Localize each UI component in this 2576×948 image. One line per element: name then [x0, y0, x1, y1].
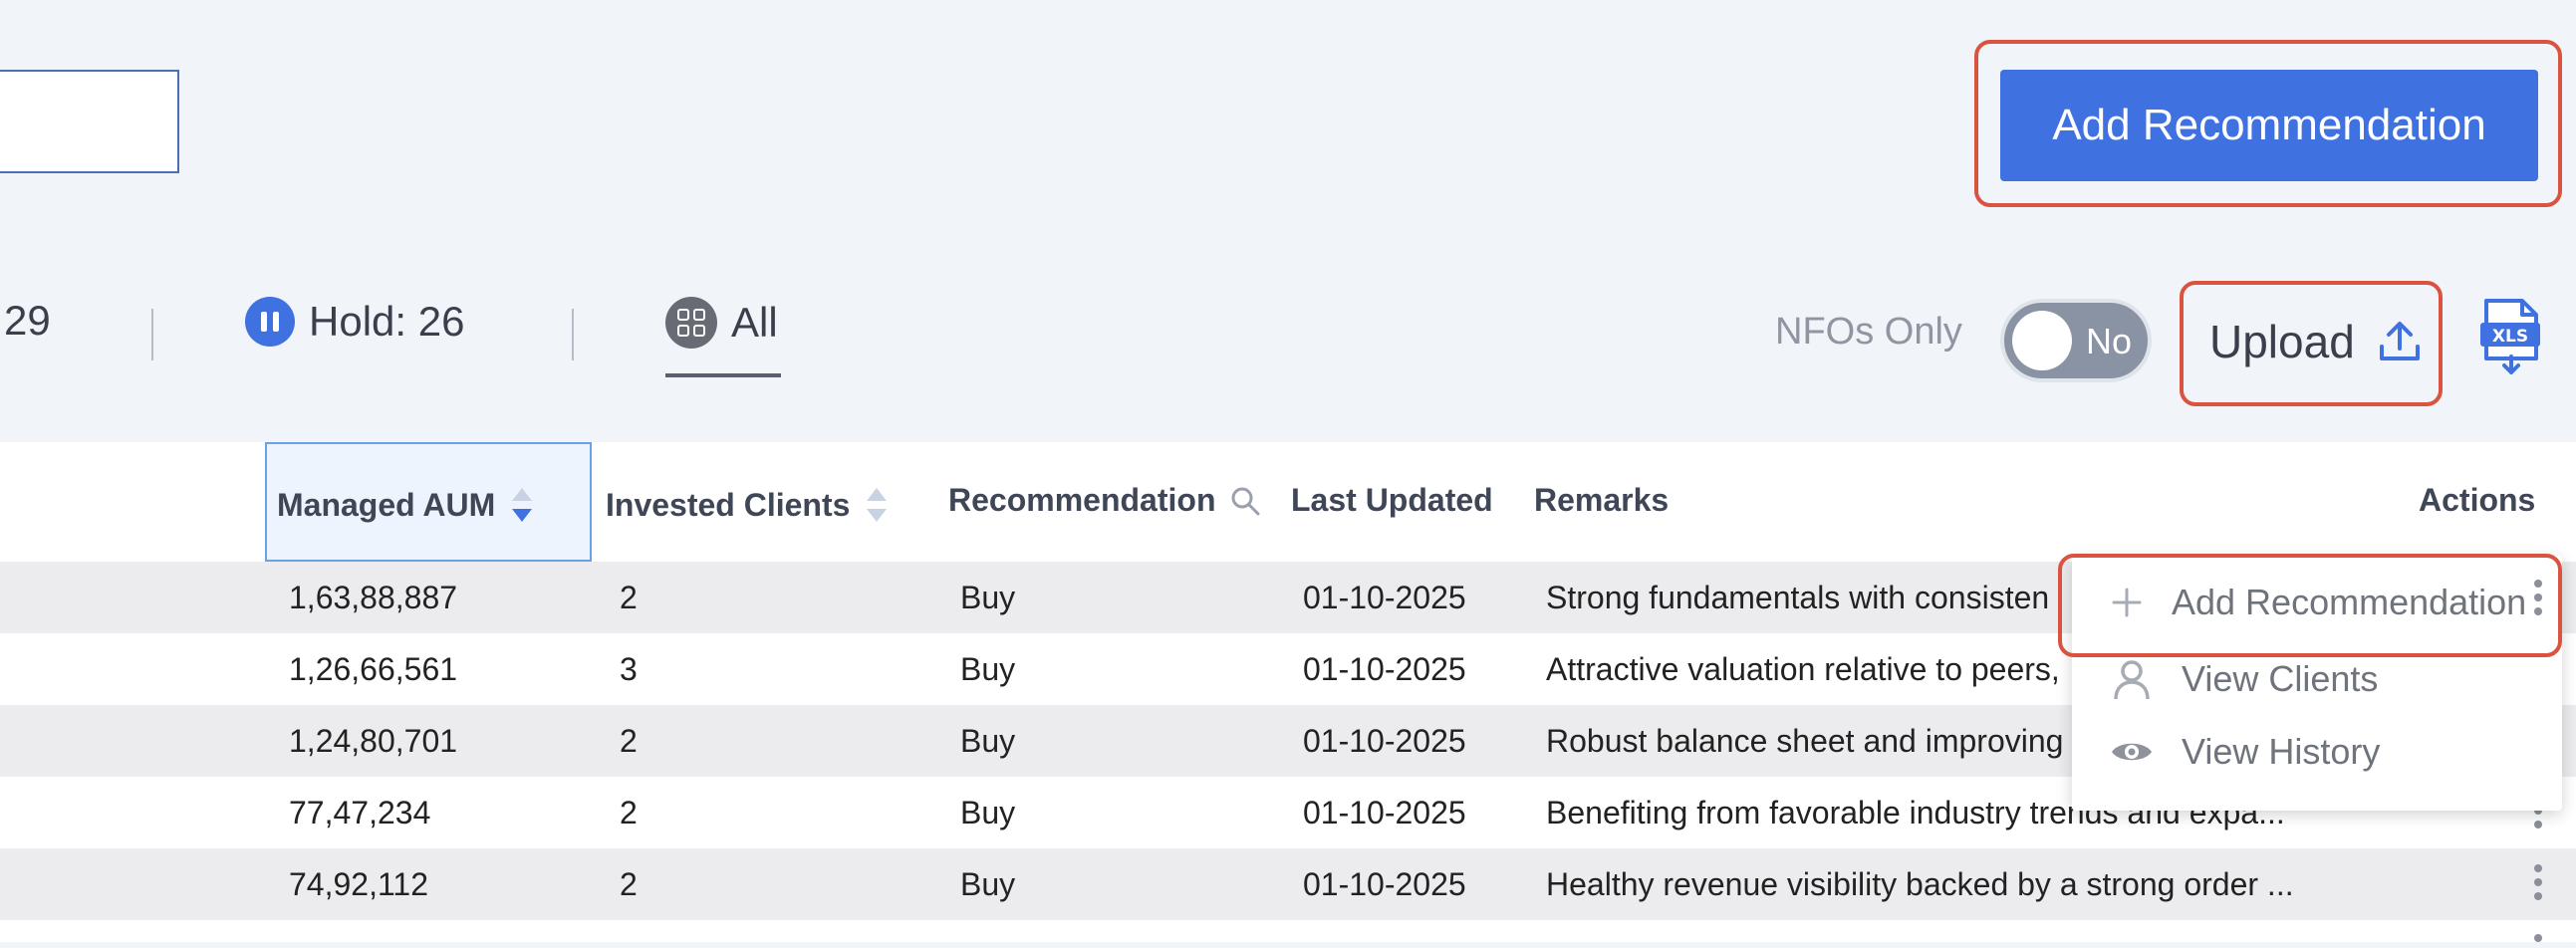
stat-partial-count[interactable]: 29 — [4, 297, 51, 345]
table-row[interactable]: 74,92,112 2 Buy 01-10-2025 Healthy reven… — [0, 848, 2576, 920]
menu-item-label: View Clients — [2182, 658, 2379, 699]
column-label: Actions — [2419, 482, 2536, 518]
row-actions-kebab-icon[interactable] — [2534, 934, 2542, 948]
table-header: Managed AUM Invested Clients Recommendat… — [0, 442, 2576, 562]
cell-recommendation: Buy — [960, 795, 1016, 830]
column-label: Managed AUM — [277, 486, 496, 523]
menu-item-label: View History — [2182, 731, 2381, 772]
column-invested-clients[interactable]: Invested Clients — [606, 482, 890, 528]
column-managed-aum[interactable]: Managed AUM — [277, 482, 535, 528]
cell-recommendation: Buy — [960, 866, 1016, 902]
pause-icon — [245, 297, 295, 347]
stat-partial-count-label: 29 — [4, 297, 51, 344]
svg-text:XLS: XLS — [2492, 327, 2528, 347]
cell-aum: 77,47,234 — [289, 795, 431, 830]
cell-clients: 2 — [620, 866, 638, 902]
eye-icon — [2112, 743, 2152, 761]
column-remarks: Remarks — [1534, 482, 1669, 519]
cell-last-updated: 01-10-2025 — [1303, 723, 1466, 759]
column-label: Recommendation — [948, 482, 1216, 518]
column-label: Last Updated — [1291, 482, 1493, 518]
upload-label: Upload — [2209, 316, 2355, 367]
stat-divider — [151, 309, 153, 360]
cell-aum: 1,24,80,701 — [289, 723, 458, 759]
cell-aum: 1,63,88,887 — [289, 580, 458, 615]
active-tab-underline — [665, 373, 781, 377]
column-actions: Actions — [2419, 482, 2535, 519]
column-label: Remarks — [1534, 482, 1670, 518]
cell-remarks: Robust balance sheet and improving — [1546, 723, 2064, 759]
search-input[interactable] — [0, 70, 179, 173]
cell-last-updated: 01-10-2025 — [1303, 580, 1466, 615]
sort-desc-icon — [512, 488, 533, 522]
cell-remarks: Attractive valuation relative to peers, — [1546, 651, 2060, 687]
cell-clients: 2 — [620, 723, 638, 759]
grid-icon — [665, 297, 717, 349]
row-actions-kebab-icon[interactable] — [2534, 864, 2542, 906]
user-icon — [2114, 660, 2150, 700]
nfo-only-toggle[interactable]: No — [2000, 299, 2152, 382]
xls-download-icon[interactable]: XLS — [2478, 299, 2542, 374]
menu-item-view-clients[interactable]: View Clients — [2110, 657, 2378, 701]
stat-hold-label: Hold: 26 — [309, 298, 465, 345]
stat-all-label: All — [731, 299, 778, 346]
upload-button[interactable]: Upload — [2209, 315, 2423, 368]
menu-item-view-history[interactable]: View History — [2110, 731, 2380, 773]
column-label: Invested Clients — [606, 486, 851, 523]
add-recommendation-button[interactable]: Add Recommendation — [2000, 70, 2538, 181]
nfo-only-label: NFOs Only — [1775, 311, 1962, 353]
stat-hold[interactable]: Hold: 26 — [245, 297, 464, 347]
cell-last-updated: 01-10-2025 — [1303, 795, 1466, 830]
column-last-updated[interactable]: Last Updated — [1291, 482, 1493, 519]
toggle-value: No — [2086, 321, 2133, 361]
cell-clients: 2 — [620, 580, 638, 615]
sort-icon — [867, 488, 888, 522]
cell-remarks: Strong fundamentals with consisten — [1546, 580, 2050, 615]
highlight-add-recommendation-menu — [2058, 554, 2562, 657]
cell-recommendation: Buy — [960, 651, 1016, 687]
stat-divider — [572, 309, 574, 360]
cell-last-updated: 01-10-2025 — [1303, 651, 1466, 687]
cell-clients: 3 — [620, 651, 638, 687]
cell-aum: 1,26,66,561 — [289, 651, 458, 687]
cell-recommendation: Buy — [960, 580, 1016, 615]
search-icon[interactable] — [1229, 485, 1261, 517]
stat-all-tab[interactable]: All — [665, 297, 778, 349]
table-row — [0, 920, 2576, 942]
cell-recommendation: Buy — [960, 723, 1016, 759]
toggle-knob — [2012, 311, 2072, 370]
column-recommendation[interactable]: Recommendation — [948, 482, 1261, 519]
cell-last-updated: 01-10-2025 — [1303, 866, 1466, 902]
cell-clients: 2 — [620, 795, 638, 830]
upload-icon — [2379, 322, 2420, 360]
cell-remarks: Healthy revenue visibility backed by a s… — [1546, 866, 2294, 902]
cell-aum: 74,92,112 — [289, 866, 428, 902]
